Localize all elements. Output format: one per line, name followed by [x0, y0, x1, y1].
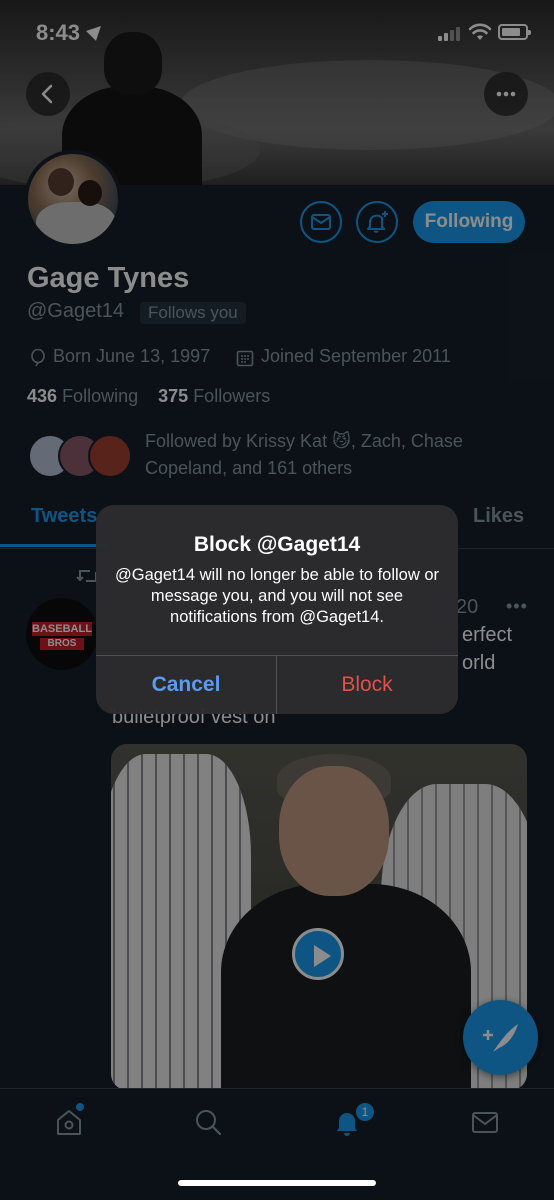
dialog-message: @Gaget14 will no longer be able to follo… — [114, 566, 440, 626]
block-confirmation-dialog: Block @Gaget14 @Gaget14 will no longer b… — [96, 505, 458, 714]
dialog-title: Block @Gaget14 — [193, 533, 361, 556]
block-button[interactable]: Block — [277, 656, 457, 714]
profile-screen: 8:43 Following Gage Tynes @Gaget14 Follo… — [0, 0, 554, 1200]
cancel-button[interactable]: Cancel — [96, 656, 276, 714]
home-indicator[interactable] — [178, 1180, 376, 1186]
